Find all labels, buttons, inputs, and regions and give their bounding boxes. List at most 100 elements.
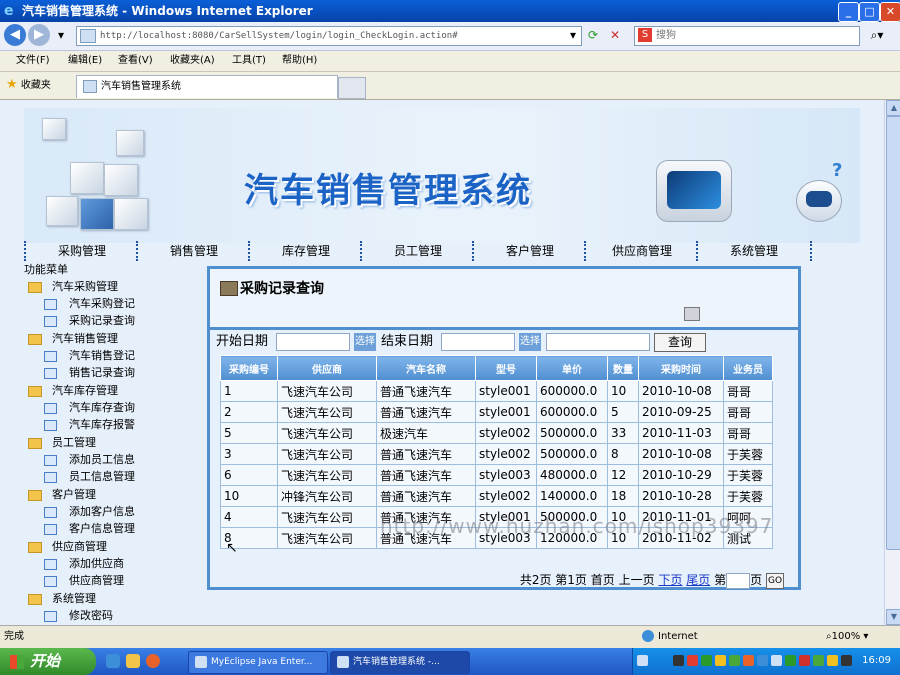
tray-app-icon[interactable] xyxy=(841,655,852,666)
tray-app-icon[interactable] xyxy=(799,655,810,666)
pager-page-input[interactable] xyxy=(726,572,751,589)
quicklaunch-folder-icon[interactable] xyxy=(126,654,140,668)
col-unit-price[interactable]: 单价 xyxy=(536,355,608,381)
new-tab-button[interactable] xyxy=(338,77,366,99)
end-date-pick-button[interactable]: 选择 xyxy=(519,333,541,351)
tray-app-icon[interactable] xyxy=(757,655,768,666)
tree-group-employee[interactable]: 员工管理 xyxy=(28,435,96,450)
col-supplier[interactable]: 供应商 xyxy=(277,355,377,381)
taskbar-ie-window[interactable]: 汽车销售管理系统 -... xyxy=(330,651,470,674)
quicklaunch-ie-icon[interactable] xyxy=(106,654,120,668)
nav-sales[interactable]: 销售管理 xyxy=(136,241,250,261)
col-salesperson[interactable]: 业务员 xyxy=(723,355,773,381)
tree-item-sales-query[interactable]: 销售记录查询 xyxy=(44,365,135,380)
stop-icon[interactable]: ✕ xyxy=(606,26,624,44)
tray-app-icon[interactable] xyxy=(813,655,824,666)
search-button[interactable]: 查询 xyxy=(654,333,706,352)
tree-group-customer[interactable]: 客户管理 xyxy=(28,487,96,502)
address-input[interactable]: http://localhost:8080/CarSellSystem/logi… xyxy=(76,26,582,46)
vertical-scrollbar[interactable]: ▲ ▼ xyxy=(884,100,900,625)
minimize-button[interactable]: _ xyxy=(838,2,859,22)
tree-item-inventory-alarm[interactable]: 汽车库存报警 xyxy=(44,417,135,432)
tray-app-icon[interactable] xyxy=(743,655,754,666)
keyboard-icon[interactable] xyxy=(637,655,648,666)
scroll-up-icon[interactable]: ▲ xyxy=(886,100,900,116)
refresh-icon[interactable]: ⟳ xyxy=(584,26,602,44)
printer-icon[interactable] xyxy=(684,307,700,321)
col-purchase-id[interactable]: 采购编号 xyxy=(220,355,278,381)
tree-item-sales-register[interactable]: 汽车销售登记 xyxy=(44,348,135,363)
menu-edit[interactable]: 编辑(E) xyxy=(68,53,102,69)
menu-help[interactable]: 帮助(H) xyxy=(282,53,317,69)
pager-go-button[interactable]: GO xyxy=(766,572,784,589)
tree-item-inventory-query[interactable]: 汽车库存查询 xyxy=(44,400,135,415)
tray-app-icon[interactable] xyxy=(785,655,796,666)
tray-app-icon[interactable] xyxy=(687,655,698,666)
nav-employee[interactable]: 员工管理 xyxy=(360,241,474,261)
favorites-button[interactable]: ★ 收藏夹 xyxy=(6,77,51,94)
start-date-pick-button[interactable]: 选择 xyxy=(354,333,376,351)
col-quantity[interactable]: 数量 xyxy=(607,355,639,381)
tree-item-customer-manage[interactable]: 客户信息管理 xyxy=(44,521,135,536)
col-model[interactable]: 型号 xyxy=(475,355,537,381)
end-date-input[interactable] xyxy=(441,333,515,351)
start-date-input[interactable] xyxy=(276,333,350,351)
tree-item-purchase-register[interactable]: 汽车采购登记 xyxy=(44,296,135,311)
tree-item-add-supplier[interactable]: 添加供应商 xyxy=(44,556,124,571)
address-dropdown-icon[interactable]: ▾ xyxy=(564,26,582,44)
tree-group-sales[interactable]: 汽车销售管理 xyxy=(28,331,118,346)
tray-app-icon[interactable] xyxy=(729,655,740,666)
maximize-button[interactable]: □ xyxy=(859,2,880,22)
tree-group-system[interactable]: 系统管理 xyxy=(28,591,96,606)
menu-view[interactable]: 查看(V) xyxy=(118,53,153,69)
tree-group-purchase[interactable]: 汽车采购管理 xyxy=(28,279,118,294)
tree-group-inventory[interactable]: 汽车库存管理 xyxy=(28,383,118,398)
tree-item-add-employee[interactable]: 添加员工信息 xyxy=(44,452,135,467)
tray-app-icon[interactable] xyxy=(715,655,726,666)
nav-customer[interactable]: 客户管理 xyxy=(472,241,586,261)
col-purchase-date[interactable]: 采购时间 xyxy=(638,355,724,381)
tree-item-change-password[interactable]: 修改密码 xyxy=(44,608,113,623)
taskbar-myeclipse[interactable]: MyEclipse Java Enter... xyxy=(188,651,328,674)
nav-purchase[interactable]: 采购管理 xyxy=(24,241,138,261)
history-dropdown-icon[interactable]: ▾ xyxy=(52,26,70,44)
keyword-input[interactable] xyxy=(546,333,650,351)
nav-inventory[interactable]: 库存管理 xyxy=(248,241,362,261)
tray-app-icon[interactable] xyxy=(771,655,782,666)
browser-tab[interactable]: 汽车销售管理系统 xyxy=(76,75,338,98)
start-button[interactable]: 开始 xyxy=(0,648,96,675)
quicklaunch-firefox-icon[interactable] xyxy=(146,654,160,668)
pager-next-link[interactable]: 下页 xyxy=(658,573,682,587)
tray-app-icon[interactable] xyxy=(673,655,684,666)
tree-item-purchase-query[interactable]: 采购记录查询 xyxy=(44,313,135,328)
table-row[interactable]: 3 飞速汽车公司 普通飞速汽车 style002 500000.0 8 2010-10-08… xyxy=(220,443,773,465)
function-menu-title: 功能菜单 xyxy=(24,263,68,276)
table-row[interactable]: 1 飞速汽车公司 普通飞速汽车 style001 600000.0 10 2010-10-0… xyxy=(220,380,773,402)
menu-file[interactable]: 文件(F) xyxy=(16,53,50,69)
search-icon[interactable]: ⌕▾ xyxy=(862,26,892,44)
tree-item-supplier-manage[interactable]: 供应商管理 xyxy=(44,573,124,588)
tray-app-icon[interactable] xyxy=(827,655,838,666)
menu-tools[interactable]: 工具(T) xyxy=(232,53,266,69)
table-row[interactable]: 2 飞速汽车公司 普通飞速汽车 style001 600000.0 5 2010-09-25… xyxy=(220,401,773,423)
forward-icon[interactable]: ▶ xyxy=(28,24,50,46)
scroll-thumb[interactable] xyxy=(886,116,900,550)
nav-supplier[interactable]: 供应商管理 xyxy=(584,241,698,261)
search-input[interactable]: S 搜狗 xyxy=(634,26,860,46)
pager-last-link[interactable]: 尾页 xyxy=(686,573,710,587)
tree-item-add-customer[interactable]: 添加客户信息 xyxy=(44,504,135,519)
tree-group-supplier[interactable]: 供应商管理 xyxy=(28,539,107,554)
close-button[interactable]: ✕ xyxy=(880,2,900,22)
nav-system[interactable]: 系统管理 xyxy=(696,241,812,261)
star-icon: ★ xyxy=(6,77,18,92)
table-row[interactable]: 10 冲锋汽车公司 普通飞速汽车 style002 140000.0 18 2010-10-… xyxy=(220,485,773,507)
back-icon[interactable]: ◀ xyxy=(4,24,26,46)
col-car-name[interactable]: 汽车名称 xyxy=(376,355,476,381)
table-row[interactable]: 6 飞速汽车公司 普通飞速汽车 style003 480000.0 12 2010-10-2… xyxy=(220,464,773,486)
tray-app-icon[interactable] xyxy=(701,655,712,666)
tree-item-employee-manage[interactable]: 员工信息管理 xyxy=(44,469,135,484)
table-row[interactable]: 5 飞速汽车公司 极速汽车 style002 500000.0 33 2010-11-03 哥… xyxy=(220,422,773,444)
scroll-down-icon[interactable]: ▼ xyxy=(886,609,900,625)
menu-favorites[interactable]: 收藏夹(A) xyxy=(170,53,215,69)
zoom-control[interactable]: ⌕100% ▾ xyxy=(826,629,868,645)
